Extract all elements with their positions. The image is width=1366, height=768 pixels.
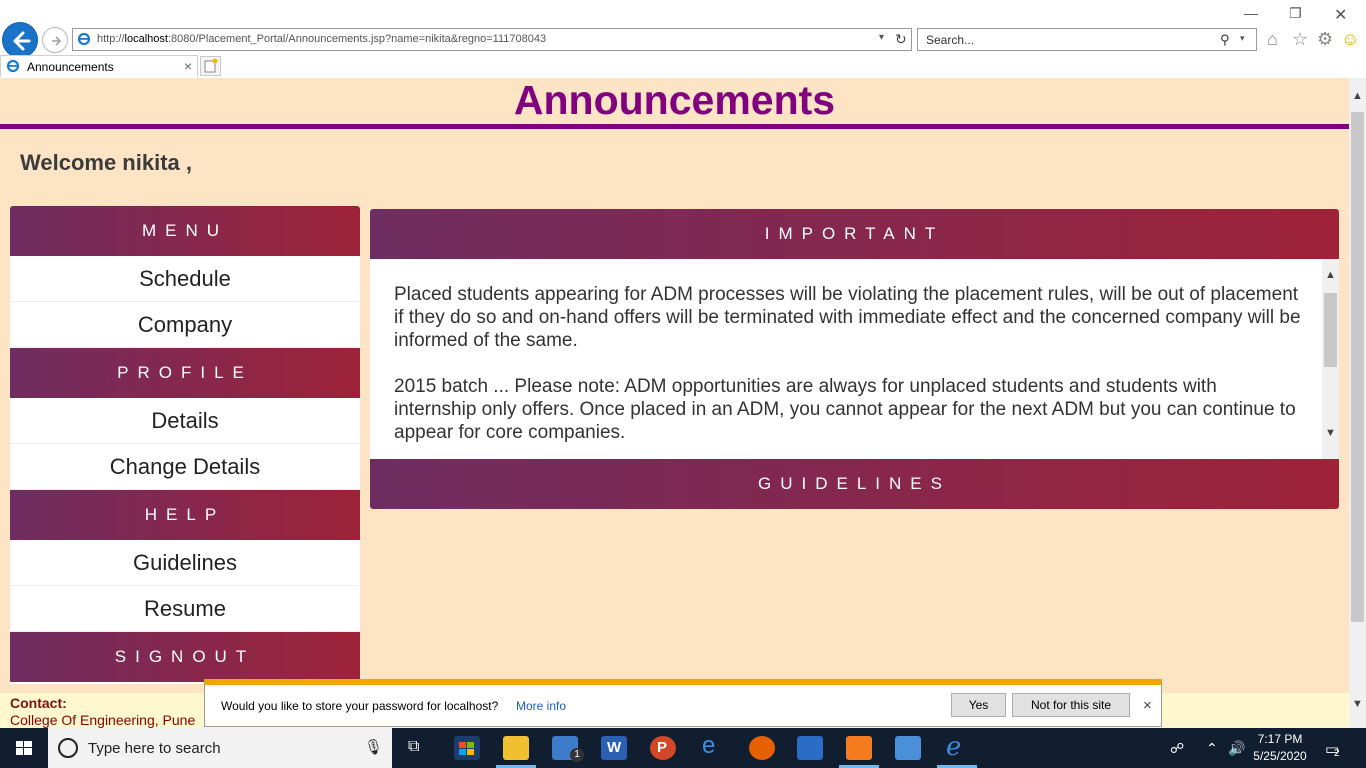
tab-title: Announcements	[27, 60, 114, 74]
menu-heading-help: HELP	[10, 490, 360, 540]
menu-item-guidelines[interactable]: Guidelines	[10, 540, 360, 586]
announcements-panel: IMPORTANT Placed students appearing for …	[370, 209, 1339, 509]
menu-item-details[interactable]: Details	[10, 398, 360, 444]
tab-close-icon[interactable]: ×	[184, 58, 192, 74]
virtualbox-icon[interactable]	[895, 736, 921, 760]
save-password-message: Would you like to store your password fo…	[221, 699, 499, 713]
ie-page-icon	[77, 32, 91, 46]
address-dropdown-icon[interactable]: ▾	[879, 32, 884, 43]
arrow-left-icon	[13, 31, 31, 51]
word-icon[interactable]: W	[601, 736, 627, 760]
search-icon[interactable]: ⚲	[1220, 32, 1230, 48]
contact-address: College Of Engineering, Pune	[10, 712, 196, 728]
start-button[interactable]	[0, 728, 48, 768]
new-tab-button[interactable]	[200, 56, 221, 76]
search-dropdown-icon[interactable]: ▾	[1240, 33, 1245, 44]
menu-item-change-details[interactable]: Change Details	[10, 444, 360, 490]
page-scrollbar-thumb[interactable]	[1351, 112, 1364, 622]
people-icon[interactable]: ☍	[1170, 740, 1184, 757]
home-icon[interactable]: ⌂	[1267, 29, 1278, 49]
page-viewport: Announcements Welcome nikita , MENU Sche…	[0, 78, 1349, 728]
important-body[interactable]: Placed students appearing for ADM proces…	[370, 259, 1339, 459]
new-tab-icon	[204, 58, 218, 73]
sidebar-menu: MENU Schedule Company PROFILE Details Ch…	[10, 206, 360, 684]
clock-date: 5/25/2020	[1253, 749, 1307, 763]
menu-item-resume[interactable]: Resume	[10, 586, 360, 632]
ie-tab-icon	[6, 59, 20, 73]
page-scroll-up-icon[interactable]: ▲	[1352, 90, 1363, 102]
powerpoint-icon[interactable]: P	[650, 736, 676, 760]
announcement-item: 2015 batch ... Please note: ADM opportun…	[394, 376, 1296, 443]
announcement-item: Placed students appearing for ADM proces…	[394, 284, 1301, 351]
scroll-down-icon[interactable]: ▼	[1325, 427, 1336, 439]
menu-heading-menu: MENU	[10, 206, 360, 256]
contact-label: Contact:	[10, 695, 67, 711]
arrow-right-icon	[52, 36, 62, 46]
restore-icon[interactable]: ❐	[1289, 5, 1302, 22]
back-button[interactable]	[2, 22, 38, 58]
menu-item-schedule[interactable]: Schedule	[10, 256, 360, 302]
internet-explorer-icon[interactable]: ℯ	[946, 731, 961, 762]
clock-time: 7:17 PM	[1257, 732, 1303, 746]
system-clock[interactable]: 7:17 PM 5/25/2020	[1250, 731, 1310, 765]
url-text: http://localhost:8080/Placement_Portal/A…	[97, 33, 547, 45]
gear-icon[interactable]: ⚙	[1317, 29, 1333, 49]
scrollbar-thumb[interactable]	[1324, 293, 1337, 367]
address-bar[interactable]: http://localhost:8080/Placement_Portal/A…	[72, 28, 912, 51]
app-window-icon[interactable]	[797, 736, 823, 760]
important-header[interactable]: IMPORTANT	[370, 209, 1339, 259]
close-window-icon[interactable]: ✕	[1334, 5, 1347, 25]
store-icon[interactable]	[454, 736, 480, 760]
windows-logo-icon	[16, 741, 32, 755]
menu-item-company[interactable]: Company	[10, 302, 360, 348]
firefox-icon[interactable]	[749, 736, 775, 760]
favorites-star-icon[interactable]: ☆	[1292, 29, 1308, 49]
signout-button[interactable]: SIGNOUT	[10, 632, 360, 682]
edge-icon[interactable]: e	[702, 732, 715, 760]
save-password-bar: Would you like to store your password fo…	[204, 679, 1162, 727]
welcome-message: Welcome nikita ,	[20, 150, 192, 175]
microphone-icon[interactable]: 🎙	[364, 738, 383, 756]
close-bar-icon[interactable]: ×	[1143, 697, 1152, 714]
title-divider	[0, 124, 1349, 129]
search-placeholder: Search...	[926, 33, 975, 47]
forward-button[interactable]	[42, 27, 68, 53]
menu-heading-profile: PROFILE	[10, 348, 360, 398]
taskbar-search[interactable]: Type here to search 🎙	[48, 728, 392, 768]
smiley-feedback-icon[interactable]: ☺	[1341, 29, 1359, 49]
page-title: Announcements	[513, 78, 836, 123]
file-explorer-icon[interactable]	[503, 736, 529, 760]
xampp-icon[interactable]	[846, 736, 872, 760]
cortana-icon	[58, 738, 78, 758]
important-scrollbar[interactable]: ▲ ▼	[1322, 259, 1339, 459]
scroll-up-icon[interactable]: ▲	[1325, 269, 1336, 281]
windows-taskbar: Type here to search 🎙 ⧉ 1 W P e ℯ ☍ ⌃ 🔊 …	[0, 728, 1366, 768]
browser-chrome: http://localhost:8080/Placement_Portal/A…	[0, 0, 1366, 78]
not-for-this-site-button[interactable]: Not for this site	[1012, 693, 1130, 717]
task-view-icon[interactable]: ⧉	[408, 738, 419, 756]
taskbar-search-placeholder: Type here to search	[88, 740, 221, 757]
search-box[interactable]: Search... ⚲ ▾	[917, 28, 1257, 51]
show-hidden-icons[interactable]: ⌃	[1206, 740, 1218, 757]
notification-count: 2	[1334, 748, 1340, 759]
volume-icon[interactable]: 🔊	[1228, 740, 1245, 757]
yes-button[interactable]: Yes	[951, 693, 1006, 717]
announcement-list: Placed students appearing for ADM proces…	[394, 283, 1304, 467]
refresh-icon[interactable]: ↻	[895, 31, 907, 48]
page-scrollbar[interactable]: ▲ ▼	[1349, 78, 1366, 728]
more-info-link[interactable]: More info	[516, 699, 566, 713]
tab-announcements[interactable]: Announcements ×	[0, 55, 198, 77]
minimize-icon[interactable]: —	[1244, 5, 1258, 21]
page-scroll-down-icon[interactable]: ▼	[1352, 698, 1363, 710]
mail-badge: 1	[570, 748, 584, 762]
